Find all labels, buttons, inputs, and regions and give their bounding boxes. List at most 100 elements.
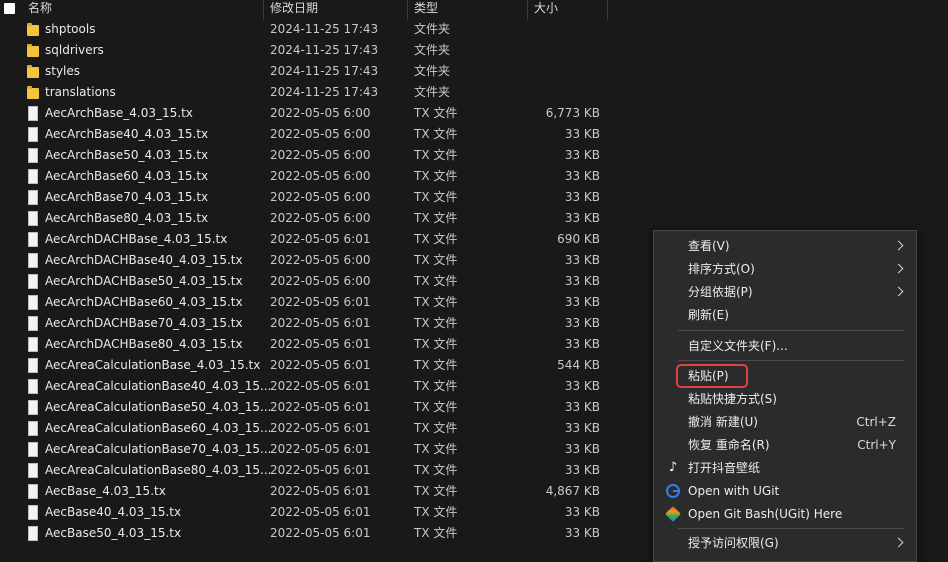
menu-item[interactable]: 查看(V) (654, 235, 916, 257)
file-date: 2022-05-05 6:01 (270, 400, 371, 414)
file-date: 2022-05-05 6:01 (270, 484, 371, 498)
column-divider[interactable] (607, 0, 608, 20)
file-type: TX 文件 (414, 316, 458, 330)
file-date: 2022-05-05 6:00 (270, 148, 371, 162)
menu-item[interactable]: 撤消 新建(U) Ctrl+Z (654, 411, 916, 433)
file-type: TX 文件 (414, 484, 458, 498)
file-icon (27, 421, 40, 436)
table-row[interactable]: AecArchBase40_4.03_15.tx 2022-05-05 6:00 T… (0, 124, 640, 145)
file-name: AecArchBase80_4.03_15.tx (45, 211, 209, 225)
table-row[interactable]: translations 2024-11-25 17:43 文件夹 (0, 82, 640, 103)
file-icon (27, 106, 40, 121)
file-size: 33 KB (564, 442, 600, 456)
menu-item[interactable]: ♪ 打开抖音壁纸 (654, 457, 916, 479)
file-type: 文件夹 (414, 85, 451, 99)
table-row[interactable]: AecArchBase80_4.03_15.tx 2022-05-05 6:00 T… (0, 208, 640, 229)
chevron-right-icon (893, 537, 904, 548)
file-explorer: 名称 修改日期 类型 大小 shptools 2024-11-25 17:43 文件… (0, 0, 948, 562)
file-date: 2022-05-05 6:00 (270, 127, 371, 141)
table-row[interactable]: AecArchBase70_4.03_15.tx 2022-05-05 6:00 T… (0, 187, 640, 208)
file-size: 544 KB (557, 358, 600, 372)
file-name: AecArchBase70_4.03_15.tx (45, 190, 209, 204)
file-size: 6,773 KB (545, 106, 600, 120)
table-row[interactable]: AecArchDACHBase60_4.03_15.tx 2022-05-05 6… (0, 292, 640, 313)
file-type: TX 文件 (414, 358, 458, 372)
menu-item[interactable]: Open Git Bash(UGit) Here (654, 503, 916, 525)
file-icon (27, 526, 40, 541)
file-name: AecArchBase_4.03_15.tx (45, 106, 193, 120)
file-date: 2024-11-25 17:43 (270, 22, 379, 36)
menu-item[interactable]: 排序方式(O) (654, 258, 916, 280)
table-row[interactable]: AecAreaCalculationBase70_4.03_15... 2022-… (0, 439, 640, 460)
table-row[interactable]: styles 2024-11-25 17:43 文件夹 (0, 61, 640, 82)
table-row[interactable]: AecArchBase60_4.03_15.tx 2022-05-05 6:00 T… (0, 166, 640, 187)
menu-item[interactable]: 刷新(E) (654, 304, 916, 326)
table-row[interactable]: AecArchDACHBase50_4.03_15.tx 2022-05-05 6… (0, 271, 640, 292)
menu-item-label: Open with UGit (688, 484, 780, 498)
file-icon (27, 274, 40, 289)
menu-item[interactable]: 恢复 重命名(R) Ctrl+Y (654, 434, 916, 456)
menu-item[interactable]: 授予访问权限(G) (654, 532, 916, 554)
column-divider[interactable] (407, 0, 408, 20)
select-all-checkbox[interactable] (4, 3, 15, 14)
menu-item-label: 撤消 新建(U) (688, 415, 758, 429)
menu-item-label: 排序方式(O) (688, 262, 755, 276)
table-row[interactable]: AecAreaCalculationBase40_4.03_15... 2022-… (0, 376, 640, 397)
table-row[interactable]: sqldrivers 2024-11-25 17:43 文件夹 (0, 40, 640, 61)
menu-item-label: 查看(V) (688, 239, 730, 253)
column-date[interactable]: 修改日期 (270, 0, 318, 20)
file-type: TX 文件 (414, 400, 458, 414)
file-icon (27, 463, 40, 478)
table-row[interactable]: AecBase50_4.03_15.tx 2022-05-05 6:01 TX 文件… (0, 523, 640, 544)
file-date: 2022-05-05 6:01 (270, 232, 371, 246)
menu-item-label: 自定义文件夹(F)... (688, 339, 788, 353)
file-name: AecAreaCalculationBase60_4.03_15... (45, 421, 272, 435)
menu-item[interactable]: 粘贴快捷方式(S) (654, 388, 916, 410)
table-row[interactable]: AecArchDACHBase70_4.03_15.tx 2022-05-05 6… (0, 313, 640, 334)
menu-item-label: 恢复 重命名(R) (688, 438, 770, 452)
table-row[interactable]: AecAreaCalculationBase50_4.03_15... 2022-… (0, 397, 640, 418)
folder-icon (27, 22, 40, 37)
table-row[interactable]: AecBase_4.03_15.tx 2022-05-05 6:01 TX 文件 4,… (0, 481, 640, 502)
menu-separator (678, 360, 904, 361)
menu-item-label: Open Git Bash(UGit) Here (688, 507, 843, 521)
column-divider[interactable] (527, 0, 528, 20)
table-row[interactable]: AecArchDACHBase40_4.03_15.tx 2022-05-05 6… (0, 250, 640, 271)
file-date: 2022-05-05 6:01 (270, 463, 371, 477)
file-type: TX 文件 (414, 295, 458, 309)
menu-item[interactable]: 自定义文件夹(F)... (654, 335, 916, 357)
file-size: 33 KB (564, 379, 600, 393)
table-row[interactable]: AecArchBase_4.03_15.tx 2022-05-05 6:00 TX … (0, 103, 640, 124)
file-size: 33 KB (564, 295, 600, 309)
file-icon (27, 337, 40, 352)
table-row[interactable]: AecArchBase50_4.03_15.tx 2022-05-05 6:00 T… (0, 145, 640, 166)
table-row[interactable]: AecAreaCalculationBase60_4.03_15... 2022-… (0, 418, 640, 439)
column-type[interactable]: 类型 (414, 0, 438, 20)
table-row[interactable]: AecArchDACHBase80_4.03_15.tx 2022-05-05 6… (0, 334, 640, 355)
file-icon (27, 358, 40, 373)
menu-item[interactable]: Open with UGit (654, 480, 916, 502)
table-row[interactable]: AecAreaCalculationBase80_4.03_15... 2022-… (0, 460, 640, 481)
file-size: 690 KB (557, 232, 600, 246)
file-date: 2022-05-05 6:01 (270, 421, 371, 435)
file-size: 33 KB (564, 274, 600, 288)
column-name[interactable]: 名称 (28, 0, 52, 20)
menu-item[interactable]: 分组依据(P) (654, 281, 916, 303)
column-divider[interactable] (263, 0, 264, 20)
file-name: AecBase40_4.03_15.tx (45, 505, 182, 519)
table-row[interactable]: AecBase40_4.03_15.tx 2022-05-05 6:01 TX 文件… (0, 502, 640, 523)
file-icon (27, 316, 40, 331)
table-row[interactable]: AecAreaCalculationBase_4.03_15.tx 2022-05… (0, 355, 640, 376)
file-size: 33 KB (564, 400, 600, 414)
file-name: sqldrivers (45, 43, 104, 57)
file-size: 33 KB (564, 169, 600, 183)
file-type: TX 文件 (414, 232, 458, 246)
file-name: shptools (45, 22, 96, 36)
file-name: AecAreaCalculationBase40_4.03_15... (45, 379, 272, 393)
table-row[interactable]: AecArchDACHBase_4.03_15.tx 2022-05-05 6:0… (0, 229, 640, 250)
file-size: 33 KB (564, 421, 600, 435)
column-size[interactable]: 大小 (534, 0, 558, 20)
table-row[interactable]: shptools 2024-11-25 17:43 文件夹 (0, 19, 640, 40)
file-type: TX 文件 (414, 211, 458, 225)
file-date: 2022-05-05 6:01 (270, 442, 371, 456)
